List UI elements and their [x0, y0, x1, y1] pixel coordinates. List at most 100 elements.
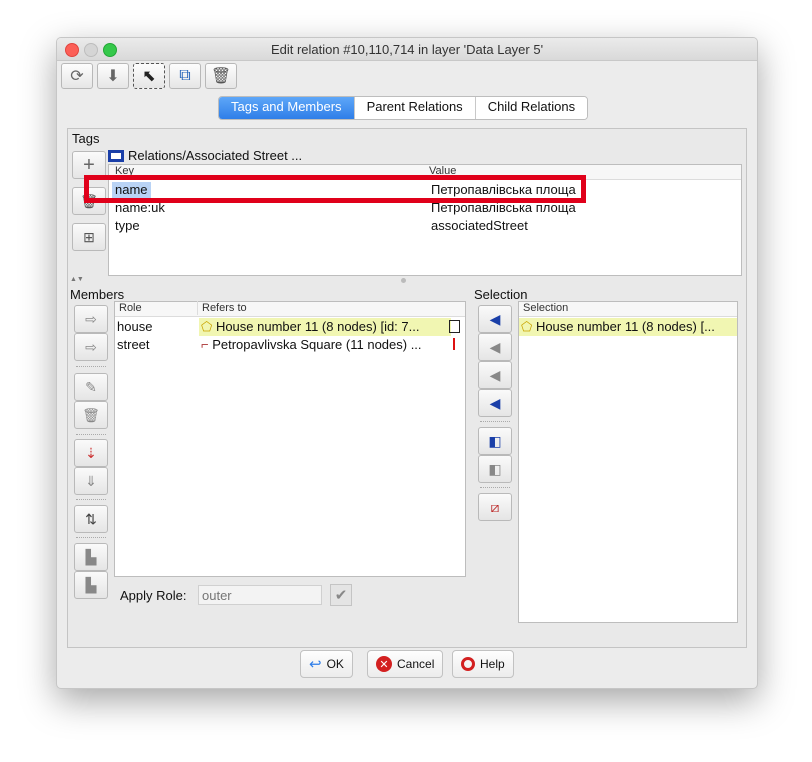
cancel-label: Cancel: [397, 657, 435, 671]
separator: [76, 537, 106, 538]
splitter[interactable]: ▲▼: [68, 276, 746, 285]
delete-relation-button[interactable]: 🗑: [205, 63, 237, 89]
role-column-header[interactable]: Role: [119, 302, 142, 314]
remove-selected-button[interactable]: ⧄: [478, 493, 512, 521]
duplicate-button[interactable]: ⧉: [169, 63, 201, 89]
member-row[interactable]: street ⌐ Petropavlivska Square (11 nodes…: [115, 336, 465, 354]
move-down-button[interactable]: ⇣: [74, 439, 108, 467]
tag-row[interactable]: type associatedStreet: [109, 217, 741, 235]
edit-icon: ✎: [85, 378, 97, 395]
member-row[interactable]: house ⬠ House number 11 (8 nodes) [id: 7…: [115, 318, 465, 336]
refers-to-column-header[interactable]: Refers to: [202, 302, 247, 314]
grid-plus-icon: ⊞: [83, 228, 95, 245]
select-members-grey-icon: ◧: [488, 460, 502, 477]
add-after-icon: ◀: [489, 366, 501, 383]
reverse-members-button[interactable]: ⇅: [74, 505, 108, 533]
preset-link[interactable]: Relations/Associated Street ...: [108, 148, 302, 163]
separator: [480, 421, 510, 422]
splitter-arrows-icon: ▲▼: [70, 276, 84, 283]
selection-label: Selection: [474, 287, 528, 302]
way-closed-icon: [449, 320, 460, 333]
apply-button[interactable]: ⬇: [97, 63, 129, 89]
tag-value[interactable]: associatedStreet: [431, 217, 528, 235]
ok-button[interactable]: ↩ OK: [300, 650, 353, 678]
highlight-box: [84, 175, 586, 203]
splitter-grip-icon: [401, 278, 406, 283]
help-button[interactable]: Help: [452, 650, 514, 678]
checkmark-icon: ✔: [334, 587, 348, 604]
select-in-members-button[interactable]: ◧: [478, 427, 512, 455]
move-down-icon: ⇣: [85, 444, 97, 461]
selection-row[interactable]: ⬠ House number 11 (8 nodes) [...: [519, 318, 737, 336]
plus-icon: +: [83, 153, 95, 176]
select-button[interactable]: ⬉: [133, 63, 165, 89]
move-member-up-button[interactable]: ⇨: [74, 305, 108, 333]
members-label: Members: [70, 287, 125, 302]
add-selected-before-button[interactable]: ◀: [478, 333, 512, 361]
member-add-after-icon: ⇨: [85, 338, 97, 355]
member-refers-to[interactable]: ⬠ House number 11 (8 nodes) [id: 7...: [199, 318, 451, 336]
polygon-icon: ⬠: [521, 319, 533, 334]
separator: [76, 434, 106, 435]
add-selected-at-end-button[interactable]: ◀: [478, 389, 512, 417]
title-bar: Edit relation #10,110,714 in layer 'Data…: [57, 38, 757, 61]
member-refers-to-label: Petropavlivska Square (11 nodes) ...: [212, 337, 422, 352]
tags-members-panel: Tags + 🗑 ⊞ Relations/Associated Street .…: [67, 128, 747, 648]
separator: [480, 487, 510, 488]
select-members-icon: ◧: [488, 432, 502, 449]
refresh-icon: ⟳: [70, 68, 84, 85]
ok-label: OK: [326, 657, 344, 671]
apply-icon: ⬇: [106, 68, 120, 85]
help-lifebuoy-icon: [461, 657, 475, 671]
remove-member-button[interactable]: 🗑: [74, 401, 108, 429]
member-add-icon: ⇨: [85, 310, 97, 327]
select-icon: ⬉: [142, 68, 156, 85]
add-start-icon: ◀: [489, 310, 501, 327]
member-role[interactable]: house: [117, 318, 152, 336]
members-table: Role Refers to house ⬠ House number 11 (…: [114, 301, 466, 577]
polygon-icon: ⬠: [201, 319, 213, 334]
apply-role-input[interactable]: [198, 585, 322, 605]
move-bottom-icon: ⇓: [85, 472, 97, 489]
preset-icon: [108, 149, 124, 162]
duplicate-icon: ⧉: [179, 67, 191, 84]
selection-table-header: Selection: [519, 302, 737, 317]
sort-icon: ▙: [85, 548, 97, 565]
tab-tags-and-members[interactable]: Tags and Members: [219, 97, 355, 119]
separator: [76, 499, 106, 500]
selection-row-label: House number 11 (8 nodes) [...: [535, 319, 715, 334]
move-bottom-button[interactable]: ⇓: [74, 467, 108, 495]
tab-parent-relations[interactable]: Parent Relations: [354, 97, 476, 119]
member-refers-to[interactable]: ⌐ Petropavlivska Square (11 nodes) ...: [199, 336, 451, 354]
cancel-button[interactable]: ✕ Cancel: [367, 650, 444, 678]
refresh-button[interactable]: ⟳: [61, 63, 93, 89]
tag-key[interactable]: type: [115, 217, 140, 235]
trash-icon: 🗑: [82, 406, 100, 423]
tab-child-relations[interactable]: Child Relations: [475, 97, 588, 119]
sort-members-button[interactable]: ▙: [74, 543, 108, 571]
add-before-icon: ◀: [489, 338, 501, 355]
ok-arrow-icon: ↩: [309, 656, 322, 673]
add-selected-at-start-button[interactable]: ◀: [478, 305, 512, 333]
cancel-icon: ✕: [376, 656, 392, 672]
add-selected-after-button[interactable]: ◀: [478, 361, 512, 389]
remove-selected-icon: ⧄: [490, 498, 500, 515]
sort-below-button[interactable]: ▙: [74, 571, 108, 599]
selection-table: Selection ⬠ House number 11 (8 nodes) [.…: [518, 301, 738, 623]
selection-column-header[interactable]: Selection: [523, 302, 568, 314]
apply-role-button[interactable]: ✔: [330, 584, 352, 606]
help-label: Help: [480, 657, 505, 671]
paste-tags-button[interactable]: ⊞: [72, 223, 106, 251]
separator: [76, 366, 106, 367]
preset-label: Relations/Associated Street ...: [128, 148, 303, 163]
add-end-icon: ◀: [489, 394, 501, 411]
apply-role-label: Apply Role:: [120, 588, 187, 603]
select-members-button[interactable]: ◧: [478, 455, 512, 483]
edit-relation-dialog: Edit relation #10,110,714 in layer 'Data…: [56, 37, 758, 689]
add-member-button[interactable]: ⇨: [74, 333, 108, 361]
edit-member-button[interactable]: ✎: [74, 373, 108, 401]
tags-label: Tags: [72, 131, 100, 146]
members-table-header: Role Refers to: [115, 301, 465, 317]
way-icon: ⌐: [201, 337, 209, 352]
member-role[interactable]: street: [117, 336, 150, 354]
